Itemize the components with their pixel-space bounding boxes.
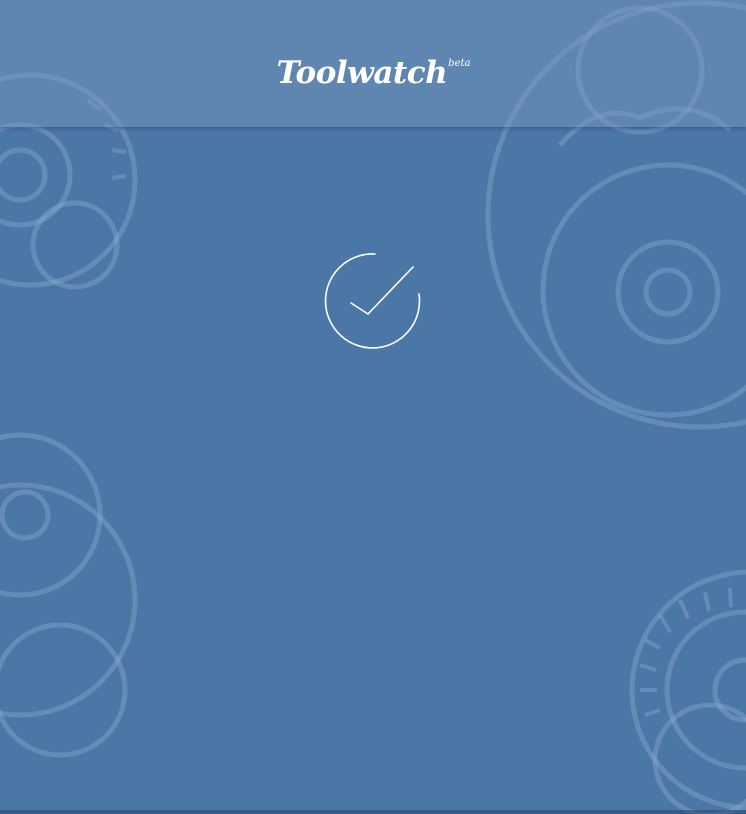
bottom-border [0, 810, 746, 814]
logo-wordmark: Toolwatch [276, 55, 448, 91]
app-logo[interactable]: Toolwatchbeta [0, 58, 746, 89]
beta-badge: beta [448, 58, 471, 69]
success-indicator [323, 251, 423, 351]
app-container: Toolwatchbeta [0, 0, 746, 814]
header-bar: Toolwatchbeta [0, 0, 746, 127]
checkmark-circle-icon [324, 253, 421, 349]
